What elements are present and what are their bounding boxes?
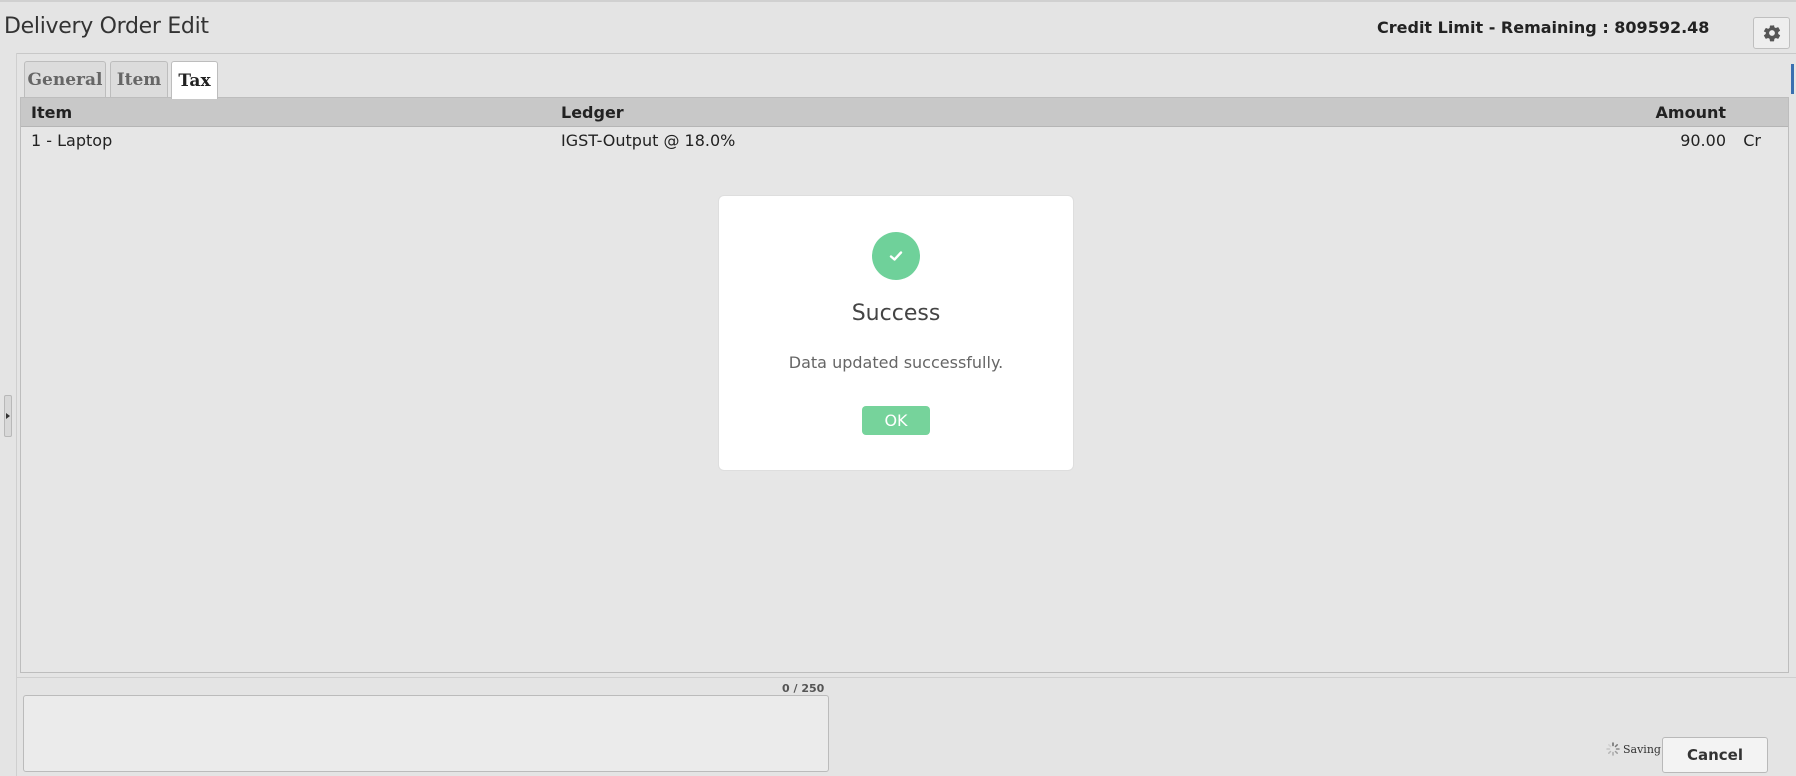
row-ledger: IGST-Output @ 18.0% [561, 131, 736, 150]
sidebar-toggle[interactable] [4, 395, 12, 437]
top-border [0, 0, 1796, 2]
scroll-edge [1791, 64, 1794, 94]
remarks-textarea[interactable] [23, 695, 829, 772]
ok-button[interactable]: OK [862, 406, 930, 435]
footer-divider [16, 677, 1796, 678]
row-amount: 90.00 [1680, 131, 1726, 150]
column-header-ledger[interactable]: Ledger [561, 103, 624, 122]
success-badge [872, 232, 920, 280]
column-header-amount[interactable]: Amount [1656, 103, 1726, 122]
cancel-button[interactable]: Cancel [1662, 737, 1768, 773]
dialog-message: Data updated successfully. [788, 353, 1004, 372]
saving-indicator: Saving [1606, 742, 1661, 756]
dialog-title: Success [851, 301, 941, 326]
page-title: Delivery Order Edit [4, 14, 209, 39]
credit-limit-remaining: Credit Limit - Remaining : 809592.48 [1377, 18, 1710, 37]
column-header-item[interactable]: Item [31, 103, 72, 122]
tab-tax[interactable]: Tax [171, 61, 218, 99]
success-dialog: Success Data updated successfully. OK [718, 195, 1074, 471]
caret-right-icon [6, 413, 10, 419]
left-divider [16, 53, 17, 776]
spinner-icon [1606, 742, 1620, 756]
saving-label: Saving [1623, 742, 1661, 756]
grid-header: Item Ledger Amount [21, 98, 1788, 127]
settings-button[interactable] [1753, 17, 1790, 49]
check-icon [889, 251, 903, 261]
table-row[interactable]: 1 - Laptop IGST-Output @ 18.0% 90.00 Cr [21, 127, 1788, 155]
tab-item[interactable]: Item [110, 61, 168, 98]
gear-icon [1763, 25, 1780, 42]
header-divider [16, 53, 1796, 54]
row-item: 1 - Laptop [31, 131, 113, 150]
tab-general[interactable]: General [24, 61, 106, 98]
row-dr-cr: Cr [1743, 131, 1761, 150]
remarks-char-count: 0 / 250 [782, 682, 825, 695]
